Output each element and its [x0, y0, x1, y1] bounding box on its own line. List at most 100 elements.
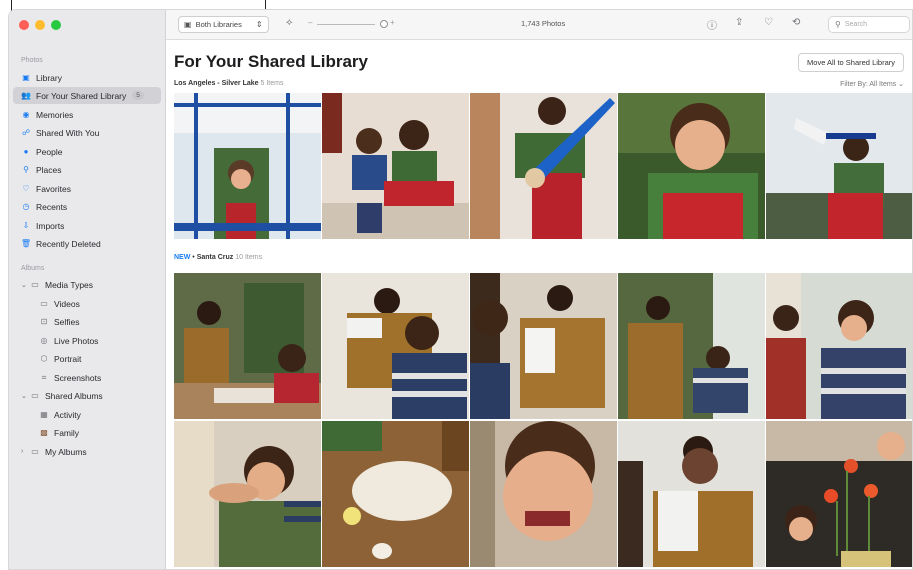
sidebar-item-shared-with-you[interactable]: ☍ Shared With You	[13, 124, 161, 141]
sidebar-item-recents[interactable]: ◷ Recents	[13, 198, 161, 215]
rotate-icon[interactable]: ⟲	[792, 17, 800, 28]
photo-thumbnail[interactable]	[766, 421, 912, 567]
sidebar-item-label: Family	[54, 427, 80, 438]
sidebar-item-library[interactable]: ▣ Library	[13, 69, 161, 86]
sidebar-item-people[interactable]: ● People	[13, 143, 161, 160]
photo-thumbnail[interactable]	[766, 273, 912, 419]
filter-menu[interactable]: Filter By: All Items ⌄	[840, 80, 904, 88]
zoom-window-button[interactable]	[51, 20, 61, 30]
group-place: Los Angeles - Silver Lake	[174, 80, 259, 87]
photo-row-2	[174, 273, 912, 419]
clock-icon: ◷	[22, 202, 30, 211]
sidebar-item-videos[interactable]: ▭ Videos	[13, 295, 161, 312]
selfie-icon: ⊡	[40, 317, 48, 326]
new-badge: NEW	[174, 254, 191, 261]
trash-icon: 🗑	[20, 239, 32, 248]
sidebar-item-my-albums[interactable]: › ▭ My Albums	[13, 443, 161, 460]
photo-thumbnail[interactable]	[618, 273, 765, 419]
chevron-right-icon[interactable]: ›	[21, 448, 27, 455]
photo-thumbnail[interactable]	[470, 273, 617, 419]
portrait-icon: ⬡	[40, 354, 48, 363]
sidebar-item-label: Selfies	[54, 316, 80, 327]
sidebar-item-selfies[interactable]: ⊡ Selfies	[13, 313, 161, 330]
info-icon[interactable]: ⓘ	[707, 17, 717, 32]
photo-thumbnail[interactable]	[322, 273, 469, 419]
chevron-down-icon: ⌄	[898, 81, 904, 88]
photo-thumbnail[interactable]	[618, 421, 765, 567]
heart-icon[interactable]: ♡	[764, 17, 773, 28]
search-icon: ⚲	[835, 20, 841, 29]
sidebar-item-favorites[interactable]: ♡ Favorites	[13, 180, 161, 197]
sidebar-item-label: Favorites	[36, 183, 71, 194]
minimize-window-button[interactable]	[35, 20, 45, 30]
zoom-out-icon[interactable]: –	[308, 18, 312, 27]
sidebar-item-label: Shared Albums	[45, 390, 103, 401]
photo-thumbnail[interactable]	[618, 93, 765, 239]
chevron-down-icon[interactable]: ⌄	[21, 392, 27, 400]
sidebar-item-live-photos[interactable]: ◎ Live Photos	[13, 332, 161, 349]
library-icon: ▣	[22, 73, 30, 82]
shared-library-icon: 👥	[21, 91, 31, 100]
sidebar-item-portrait[interactable]: ⬡ Portrait	[13, 350, 161, 367]
aspect-ratio-icon[interactable]: ⟡	[286, 17, 293, 28]
photo-library-icon: ▣	[184, 20, 192, 29]
photo-thumbnail[interactable]	[470, 93, 617, 239]
sidebar-item-screenshots[interactable]: ⌗ Screenshots	[13, 369, 161, 386]
group-header-silver-lake: Los Angeles - Silver Lake 5 Items	[174, 80, 283, 87]
photo-thumbnail[interactable]	[766, 93, 912, 239]
photo-thumbnail[interactable]	[174, 93, 321, 239]
share-icon[interactable]: ⇪	[735, 17, 743, 28]
search-placeholder: Search	[844, 21, 868, 28]
sidebar-item-label: Recents	[36, 201, 68, 212]
group-header-santa-cruz: NEW • Santa Cruz 10 Items	[174, 254, 262, 261]
zoom-slider-track[interactable]	[317, 24, 375, 25]
sidebar-item-label: Memories	[36, 109, 74, 120]
photo-row-3	[174, 421, 912, 567]
sidebar-item-recently-deleted[interactable]: 🗑 Recently Deleted	[13, 235, 161, 252]
zoom-in-icon[interactable]: +	[390, 18, 395, 27]
zoom-slider-knob[interactable]	[380, 20, 388, 28]
folder-icon: ▭	[31, 280, 39, 289]
count-badge: 5	[132, 91, 144, 100]
photo-thumbnail[interactable]	[322, 421, 469, 567]
sidebar-item-for-your-shared-library[interactable]: 👥 For Your Shared Library 5	[13, 87, 161, 104]
photo-thumbnail[interactable]	[174, 421, 321, 567]
library-selector-label: Both Libraries	[195, 20, 242, 29]
photo-thumbnail[interactable]	[322, 93, 469, 239]
main-content: For Your Shared Library Move All to Shar…	[166, 40, 912, 569]
video-icon: ▭	[40, 299, 48, 308]
sidebar-item-label: Screenshots	[54, 372, 102, 383]
library-selector[interactable]: ▣ Both Libraries ⇕	[178, 16, 269, 33]
group-place: Santa Cruz	[196, 254, 234, 261]
sidebar-item-imports[interactable]: ⇩ Imports	[13, 217, 161, 234]
sidebar-item-family[interactable]: ▩ Family	[13, 424, 161, 441]
sidebar-section-photos: Photos	[21, 57, 43, 64]
sidebar-item-memories[interactable]: ◉ Memories	[13, 106, 161, 123]
sidebar-item-places[interactable]: ⚲ Places	[13, 161, 161, 178]
photo-thumbnail[interactable]	[174, 273, 321, 419]
sidebar-item-label: Recently Deleted	[36, 238, 101, 249]
search-field[interactable]: ⚲ Search	[828, 16, 910, 33]
sidebar-item-label: Places	[36, 164, 62, 175]
filter-label: Filter By: All Items	[840, 81, 897, 88]
heart-icon: ♡	[22, 184, 30, 193]
live-photo-icon: ◎	[40, 336, 48, 345]
move-all-button[interactable]: Move All to Shared Library	[798, 53, 904, 72]
photo-count: 1,743 Photos	[521, 19, 566, 28]
sidebar-item-label: Shared With You	[36, 127, 100, 138]
photo-thumbnail[interactable]	[470, 421, 617, 567]
sidebar-item-media-types[interactable]: ⌄ ▭ Media Types	[13, 276, 161, 293]
chevron-down-icon[interactable]: ⌄	[21, 281, 27, 289]
import-icon: ⇩	[22, 221, 30, 230]
people-icon: ●	[23, 147, 29, 156]
group-count: 5 Items	[260, 80, 284, 87]
sidebar-section-albums: Albums	[21, 265, 45, 272]
sidebar-item-label: Imports	[36, 220, 65, 231]
photos-window: Photos ▣ Library 👥 For Your Shared Libra…	[8, 9, 913, 570]
sidebar-item-activity[interactable]: ▦ Activity	[13, 406, 161, 423]
sidebar-item-label: Media Types	[45, 279, 94, 290]
close-window-button[interactable]	[19, 20, 29, 30]
family-album-icon: ▩	[40, 428, 48, 437]
sidebar-item-shared-albums[interactable]: ⌄ ▭ Shared Albums	[13, 387, 161, 404]
toolbar: ▣ Both Libraries ⇕ ⟡ – + 1,743 Photos ⓘ …	[166, 10, 912, 40]
